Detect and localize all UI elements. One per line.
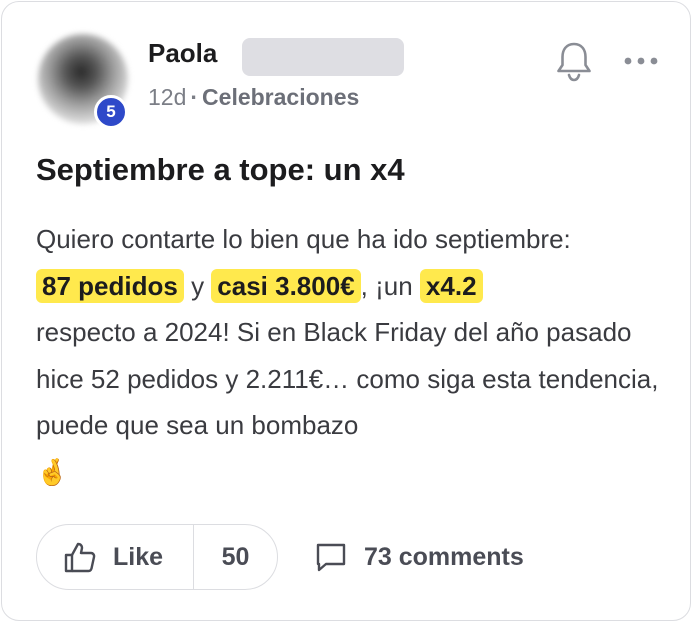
highlight-multiplier: x4.2 — [419, 268, 483, 303]
post-title: Septiembre a tope: un x4 — [36, 152, 405, 187]
meta-separator: · — [190, 84, 199, 110]
post-card: 5 Paola 12d · Celebraciones Septiembre a t… — [1, 1, 691, 621]
comments-button[interactable]: 73 comments — [314, 540, 524, 574]
thumbs-up-icon — [64, 542, 96, 573]
comment-icon — [316, 543, 346, 572]
level-badge: 5 — [94, 95, 128, 129]
comments-label: 73 comments — [364, 542, 524, 571]
highlight-orders: 87 pedidos — [36, 268, 184, 303]
body-intro: Quiero contarte lo bien que ha ido septi… — [36, 224, 571, 254]
body-rest: respecto a 2024! Si en Black Friday del … — [36, 317, 659, 440]
bell-icon[interactable] — [554, 40, 594, 82]
highlight-amount: casi 3.800€ — [211, 268, 361, 303]
like-count[interactable]: 50 — [194, 543, 277, 572]
like-pill: Like 50 — [36, 524, 278, 590]
like-button[interactable]: Like — [37, 525, 193, 589]
post-meta: 12d · Celebraciones — [148, 84, 359, 111]
post-time: 12d — [148, 84, 187, 110]
body-comma: , ¡un — [360, 270, 413, 301]
post-category-link[interactable]: Celebraciones — [202, 84, 359, 110]
author-name[interactable]: Paola — [148, 38, 217, 69]
like-label: Like — [113, 542, 164, 571]
redacted-name-block — [242, 38, 404, 76]
crossed-fingers-emoji: 🤞 — [36, 457, 69, 488]
more-horizontal-icon[interactable] — [622, 48, 662, 74]
author-avatar-container[interactable]: 5 — [38, 34, 130, 129]
body-connector: y — [191, 270, 205, 301]
post-body: Quiero contarte lo bien que ha ido septi… — [36, 216, 666, 496]
